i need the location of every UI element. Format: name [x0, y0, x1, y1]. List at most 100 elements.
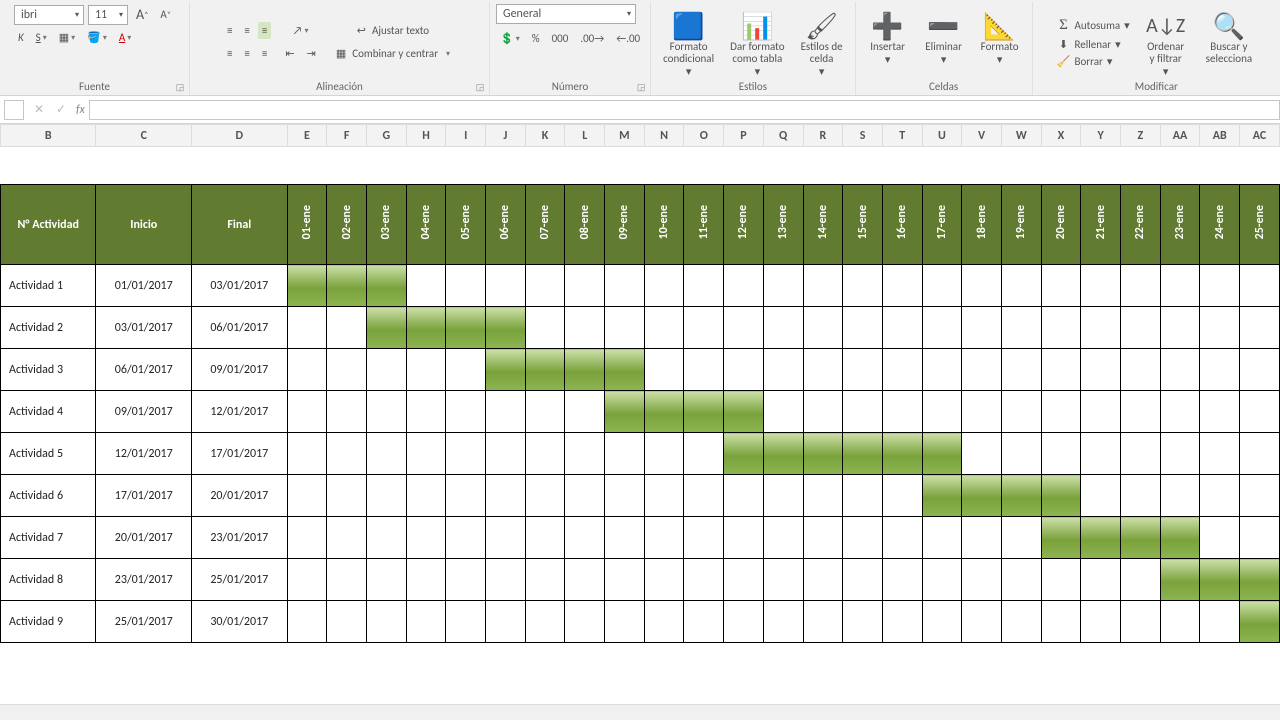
gantt-empty-cell[interactable] — [525, 601, 565, 643]
gantt-empty-cell[interactable] — [1200, 517, 1240, 559]
gantt-empty-cell[interactable] — [1200, 475, 1240, 517]
sheet-tab-bar[interactable] — [0, 704, 1280, 720]
gantt-empty-cell[interactable] — [922, 559, 962, 601]
orientation-button[interactable]: ↗▾ — [281, 22, 319, 39]
gantt-bar-cell[interactable] — [1041, 475, 1081, 517]
gantt-empty-cell[interactable] — [287, 433, 327, 475]
gantt-bar-cell[interactable] — [366, 265, 406, 307]
column-header[interactable]: J — [486, 125, 526, 147]
gantt-cell[interactable]: Actividad 5 — [1, 433, 96, 475]
gantt-bar-cell[interactable] — [605, 391, 645, 433]
gantt-empty-cell[interactable] — [605, 433, 645, 475]
gantt-empty-cell[interactable] — [1160, 307, 1200, 349]
gantt-empty-cell[interactable] — [763, 559, 803, 601]
gantt-empty-cell[interactable] — [843, 349, 883, 391]
gantt-empty-cell[interactable] — [327, 601, 367, 643]
gantt-empty-cell[interactable] — [1160, 433, 1200, 475]
gantt-empty-cell[interactable] — [1200, 601, 1240, 643]
gantt-empty-cell[interactable] — [962, 517, 1002, 559]
gantt-empty-cell[interactable] — [962, 433, 1002, 475]
gantt-empty-cell[interactable] — [1001, 307, 1041, 349]
gantt-bar-cell[interactable] — [486, 349, 526, 391]
gantt-empty-cell[interactable] — [1121, 391, 1161, 433]
column-header-row[interactable]: BCDEFGHIJKLMNOPQRSTUVWXYZAAABAC — [1, 125, 1280, 147]
gantt-empty-cell[interactable] — [922, 601, 962, 643]
gantt-bar-cell[interactable] — [724, 433, 764, 475]
gantt-empty-cell[interactable] — [1200, 433, 1240, 475]
gantt-empty-cell[interactable] — [525, 433, 565, 475]
gantt-empty-cell[interactable] — [962, 349, 1002, 391]
gantt-empty-cell[interactable] — [1081, 265, 1121, 307]
gantt-empty-cell[interactable] — [1200, 307, 1240, 349]
gantt-empty-cell[interactable] — [922, 349, 962, 391]
gantt-empty-cell[interactable] — [1160, 475, 1200, 517]
gantt-empty-cell[interactable] — [922, 265, 962, 307]
font-name-combo[interactable]: ibri ▾ — [14, 5, 84, 25]
gantt-cell[interactable]: 09/01/2017 — [96, 391, 192, 433]
gantt-cell[interactable]: Actividad 1 — [1, 265, 96, 307]
gantt-cell[interactable]: Actividad 6 — [1, 475, 96, 517]
clear-button[interactable]: 🧹 Borrar ▾ — [1054, 54, 1131, 69]
font-size-combo[interactable]: 11 ▾ — [88, 5, 128, 25]
gantt-empty-cell[interactable] — [327, 349, 367, 391]
column-header[interactable]: E — [287, 125, 327, 147]
gantt-row[interactable]: Actividad 617/01/201720/01/2017 — [1, 475, 1280, 517]
column-header[interactable]: L — [565, 125, 605, 147]
percent-button[interactable]: % — [528, 30, 544, 47]
align-top-button[interactable]: ≡ — [223, 22, 236, 39]
find-select-button[interactable]: 🔍 Buscar y selecciona — [1200, 9, 1258, 75]
gantt-bar-cell[interactable] — [525, 349, 565, 391]
gantt-empty-cell[interactable] — [565, 475, 605, 517]
gantt-empty-cell[interactable] — [684, 475, 724, 517]
column-header[interactable]: I — [446, 125, 486, 147]
gantt-bar-cell[interactable] — [287, 265, 327, 307]
gantt-cell[interactable]: 09/01/2017 — [192, 349, 288, 391]
gantt-empty-cell[interactable] — [882, 559, 922, 601]
gantt-row[interactable]: Actividad 203/01/201706/01/2017 — [1, 307, 1280, 349]
formula-input[interactable] — [89, 100, 1280, 120]
gantt-empty-cell[interactable] — [1121, 559, 1161, 601]
gantt-empty-cell[interactable] — [525, 265, 565, 307]
gantt-empty-cell[interactable] — [525, 475, 565, 517]
gantt-bar-cell[interactable] — [922, 475, 962, 517]
merge-center-button[interactable]: ▦ Combinar y centrar ▾ — [330, 45, 456, 62]
gantt-empty-cell[interactable] — [803, 475, 843, 517]
gantt-empty-cell[interactable] — [843, 307, 883, 349]
increase-indent-button[interactable]: ⇥ — [303, 45, 320, 62]
font-color-button[interactable]: A▾ — [115, 29, 135, 46]
gantt-empty-cell[interactable] — [1081, 349, 1121, 391]
gantt-empty-cell[interactable] — [882, 391, 922, 433]
column-header[interactable]: C — [96, 125, 192, 147]
gantt-empty-cell[interactable] — [1240, 391, 1280, 433]
border-button[interactable]: ▦▾ — [55, 29, 79, 46]
column-header[interactable]: B — [1, 125, 96, 147]
gantt-empty-cell[interactable] — [644, 265, 684, 307]
gantt-empty-cell[interactable] — [763, 265, 803, 307]
gantt-cell[interactable]: 06/01/2017 — [192, 307, 288, 349]
gantt-empty-cell[interactable] — [486, 475, 526, 517]
gantt-empty-cell[interactable] — [803, 391, 843, 433]
column-header[interactable]: S — [843, 125, 883, 147]
accounting-button[interactable]: 💲▾ — [496, 30, 524, 47]
gantt-empty-cell[interactable] — [1041, 307, 1081, 349]
column-header[interactable]: T — [882, 125, 922, 147]
fill-button[interactable]: ⬇ Rellenar ▾ — [1054, 37, 1131, 52]
gantt-empty-cell[interactable] — [605, 517, 645, 559]
column-header[interactable]: X — [1041, 125, 1081, 147]
gantt-cell[interactable]: Actividad 7 — [1, 517, 96, 559]
gantt-empty-cell[interactable] — [644, 475, 684, 517]
gantt-bar-cell[interactable] — [1160, 517, 1200, 559]
column-header[interactable]: M — [605, 125, 645, 147]
gantt-cell[interactable]: 03/01/2017 — [96, 307, 192, 349]
gantt-bar-cell[interactable] — [1160, 559, 1200, 601]
gantt-empty-cell[interactable] — [287, 517, 327, 559]
gantt-empty-cell[interactable] — [406, 349, 446, 391]
gantt-empty-cell[interactable] — [1200, 391, 1240, 433]
gantt-bar-cell[interactable] — [962, 475, 1002, 517]
gantt-empty-cell[interactable] — [1041, 349, 1081, 391]
gantt-empty-cell[interactable] — [1081, 433, 1121, 475]
column-header[interactable]: K — [525, 125, 565, 147]
gantt-empty-cell[interactable] — [763, 307, 803, 349]
gantt-cell[interactable]: Actividad 8 — [1, 559, 96, 601]
gantt-empty-cell[interactable] — [763, 349, 803, 391]
